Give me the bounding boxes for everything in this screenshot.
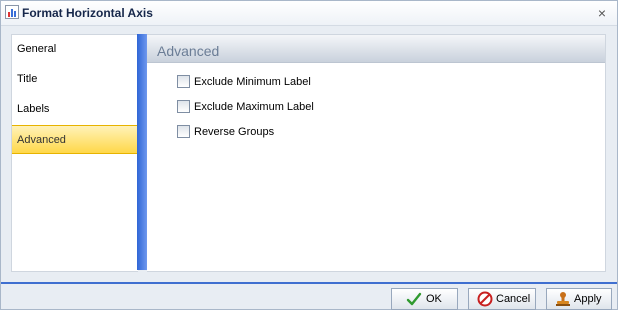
stamp-icon	[556, 292, 570, 306]
sidebar-item-label: Title	[17, 73, 38, 85]
sidebar-nav: General Title Labels Advanced	[11, 34, 138, 272]
panel-title: Advanced	[157, 43, 220, 59]
sidebar-item-label: General	[17, 43, 57, 55]
dialog-title: Format Horizontal Axis	[22, 6, 153, 20]
ok-button[interactable]: OK	[391, 288, 458, 310]
reverse-groups-checkbox[interactable]	[177, 125, 190, 138]
sidebar-item-labels[interactable]: Labels	[12, 95, 138, 124]
sidebar-item-title[interactable]: Title	[12, 65, 138, 94]
exclude-minimum-label-text: Exclude Minimum Label	[194, 76, 311, 88]
chart-icon	[5, 5, 19, 19]
cancel-icon	[477, 291, 493, 307]
format-horizontal-axis-dialog: Format Horizontal Axis × General Title L…	[0, 0, 618, 310]
exclude-minimum-label-checkbox[interactable]	[177, 75, 190, 88]
apply-button-label: Apply	[574, 293, 602, 305]
advanced-panel: Advanced Exclude Minimum Label Exclude M…	[147, 34, 606, 272]
sidebar-item-label: Advanced	[17, 134, 66, 146]
title-bar: Format Horizontal Axis ×	[1, 1, 617, 26]
panel-header: Advanced	[147, 35, 605, 63]
close-icon[interactable]: ×	[595, 6, 609, 20]
apply-button[interactable]: Apply	[546, 288, 612, 310]
ok-button-label: OK	[426, 293, 442, 305]
checkmark-icon	[406, 292, 422, 306]
sidebar-item-label: Labels	[17, 103, 50, 115]
cancel-button[interactable]: Cancel	[468, 288, 536, 310]
sidebar-item-advanced[interactable]: Advanced	[12, 125, 138, 154]
selection-accent-bar	[137, 34, 147, 270]
exclude-maximum-label-text: Exclude Maximum Label	[194, 101, 314, 113]
sidebar-item-general[interactable]: General	[12, 35, 138, 64]
exclude-maximum-label-checkbox[interactable]	[177, 100, 190, 113]
reverse-groups-text: Reverse Groups	[194, 126, 275, 138]
cancel-button-label: Cancel	[496, 293, 531, 305]
